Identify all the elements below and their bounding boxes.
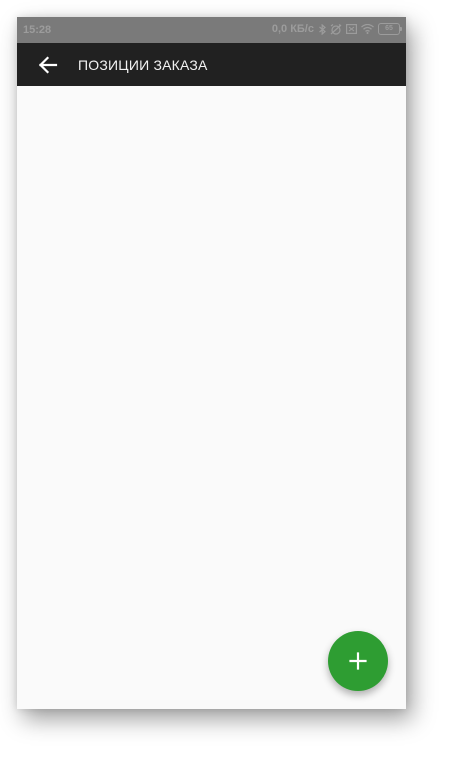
page-title: ПОЗИЦИИ ЗАКАЗА — [78, 56, 208, 73]
wifi-icon — [361, 24, 374, 34]
add-item-button[interactable] — [328, 631, 388, 691]
battery-icon: 65 — [378, 23, 402, 35]
status-time: 15:28 — [23, 24, 52, 36]
bluetooth-icon — [319, 23, 326, 35]
order-items-list — [17, 86, 406, 709]
status-bar: 15:28 0,0 КБ/с 65 — [17, 17, 406, 43]
alarm-off-icon — [330, 23, 342, 35]
network-speed: 0,0 КБ/с — [271, 23, 314, 35]
status-icons: 0,0 КБ/с 65 — [271, 23, 402, 35]
plus-icon — [349, 652, 367, 670]
sim-icon — [346, 24, 357, 34]
phone-screen: 15:28 0,0 КБ/с 65 ПОЗИЦИИ ЗАКАЗА — [17, 17, 406, 709]
battery-level: 65 — [385, 25, 393, 32]
back-button[interactable] — [34, 51, 62, 79]
app-bar: ПОЗИЦИИ ЗАКАЗА — [17, 43, 406, 86]
arrow-back-icon — [38, 55, 58, 74]
